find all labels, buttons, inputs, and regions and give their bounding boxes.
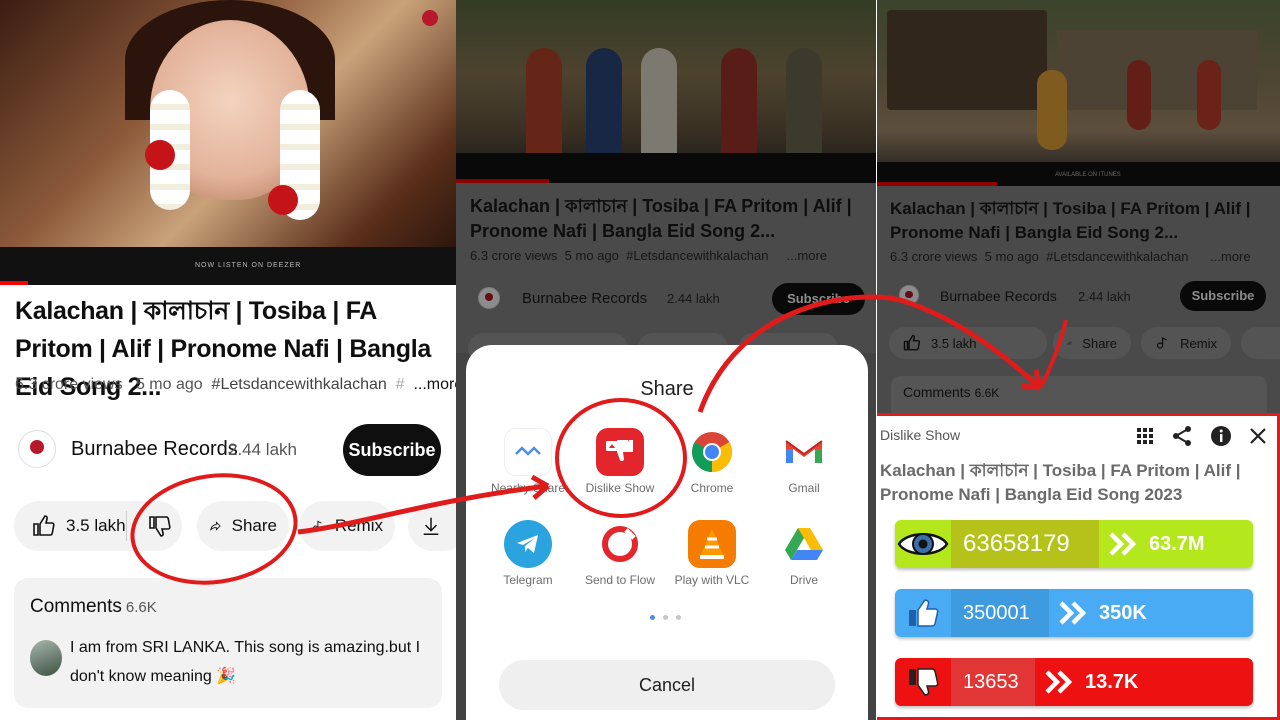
share-app-send-to-flow[interactable]: Send to Flow	[574, 520, 666, 587]
views-stat-bar: 63658179 63.7M	[895, 520, 1253, 568]
channel-name[interactable]: Burnabee Records	[71, 438, 238, 461]
info-icon[interactable]	[1210, 425, 1232, 447]
dislikes-raw: 13653	[951, 658, 1035, 706]
video-meta: 6.3 crore views 5 mo ago #Letsdancewithk…	[15, 376, 456, 394]
video-thumbnail[interactable]: NOW LISTEN ON DEEZER	[0, 0, 456, 285]
share-sheet-title: Share	[640, 378, 694, 400]
upload-age: 5 mo ago	[135, 376, 203, 393]
double-chevron-icon	[1045, 670, 1073, 694]
remix-button[interactable]: Remix	[299, 501, 395, 551]
grid-icon[interactable]	[1136, 427, 1154, 445]
double-chevron-icon	[1109, 532, 1137, 556]
telegram-icon	[504, 520, 552, 568]
views-formatted: 63.7M	[1099, 520, 1253, 568]
like-count: 3.5 lakh	[66, 516, 126, 535]
remix-icon	[312, 520, 322, 532]
dislikes-stat-bar: 13653 13.7K	[895, 658, 1253, 706]
share-app-gmail[interactable]: Gmail	[758, 428, 850, 495]
commenter-avatar	[30, 640, 62, 676]
download-icon	[423, 517, 439, 535]
nearby-share-icon	[504, 428, 552, 476]
subscriber-count: 2.44 lakh	[228, 440, 297, 459]
page-indicator	[650, 615, 681, 620]
thumbs-down-icon	[895, 658, 951, 706]
thumbs-up-icon	[33, 515, 55, 536]
progress-bar[interactable]	[0, 281, 28, 285]
double-chevron-icon	[1059, 601, 1087, 625]
more-link[interactable]: ...more	[413, 376, 456, 393]
gmail-icon	[780, 428, 828, 476]
video-page-panel: NOW LISTEN ON DEEZER Kalachan | কালাচান …	[0, 0, 456, 720]
comments-count: 6.6K	[125, 599, 157, 616]
likes-raw: 350001	[951, 589, 1049, 637]
send-to-flow-icon	[596, 520, 644, 568]
share-sheet: Share Nearby Share Dislike Show Chrome G…	[466, 345, 868, 720]
likes-formatted: 350K	[1049, 589, 1253, 637]
comments-heading: Comments 6.6K	[30, 596, 157, 617]
dislike-show-popup: Dislike Show Kalachan | কালাচান | Tosiba…	[877, 413, 1280, 720]
deezer-caption: NOW LISTEN ON DEEZER	[195, 262, 302, 269]
download-button[interactable]	[408, 501, 456, 551]
extension-name: Dislike Show	[880, 427, 961, 443]
comments-section[interactable]: Comments 6.6K I am from SRI LANKA. This s…	[14, 578, 442, 708]
subscribe-button[interactable]: Subscribe	[343, 424, 441, 476]
view-count: 6.3 crore views	[15, 376, 123, 393]
drive-icon	[780, 520, 828, 568]
channel-avatar[interactable]	[18, 430, 56, 468]
close-icon[interactable]	[1249, 427, 1267, 445]
views-raw: 63658179	[951, 520, 1099, 568]
hashtag-link[interactable]: #Letsdancewithkalachan	[212, 376, 387, 393]
dislikes-formatted: 13.7K	[1035, 658, 1253, 706]
popup-toolbar	[1136, 425, 1267, 447]
dislike-show-result-panel: AVAILABLE ON ITUNES Kalachan | কালাচান |…	[877, 0, 1280, 720]
thumbs-up-icon	[895, 589, 951, 637]
highlight-ring-dislike-show	[555, 398, 687, 518]
share-app-telegram[interactable]: Telegram	[482, 520, 574, 587]
share-icon[interactable]	[1171, 425, 1193, 447]
chrome-icon	[688, 428, 736, 476]
share-app-drive[interactable]: Drive	[758, 520, 850, 587]
top-comment-text: I am from SRI LANKA. This song is amazin…	[70, 639, 421, 685]
vlc-icon	[688, 520, 736, 568]
share-app-vlc[interactable]: Play with VLC	[666, 520, 758, 587]
cancel-button[interactable]: Cancel	[499, 660, 835, 710]
popup-video-title: Kalachan | কালাচান | Tosiba | FA Pritom …	[880, 461, 1241, 504]
likes-stat-bar: 350001 350K	[895, 589, 1253, 637]
eye-icon	[895, 520, 951, 568]
remix-label: Remix	[334, 516, 383, 535]
share-sheet-panel: Kalachan | কালাচান | Tosiba | FA Pritom …	[456, 0, 876, 720]
channel-watermark-icon	[422, 10, 438, 26]
